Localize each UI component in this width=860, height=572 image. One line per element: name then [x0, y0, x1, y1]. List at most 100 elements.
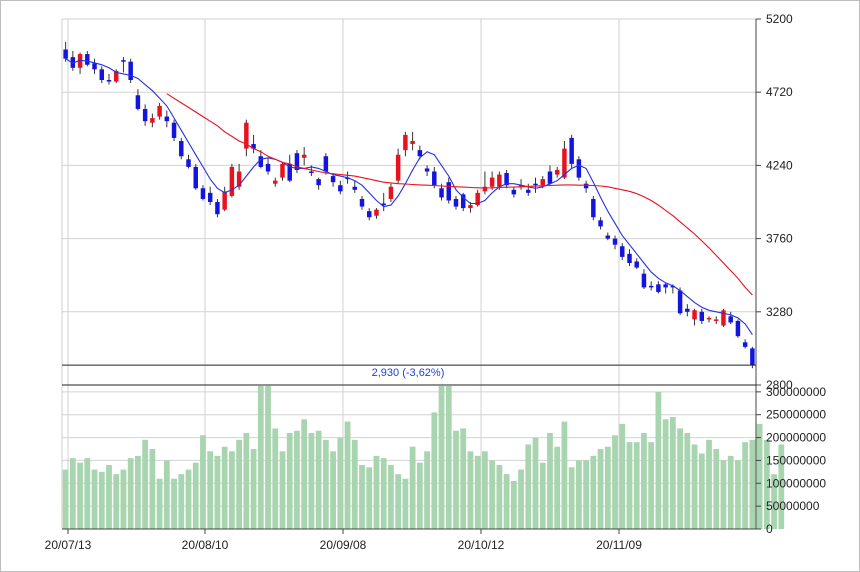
volume-bar [149, 449, 156, 529]
volume-bar [366, 467, 373, 529]
volume-bar [532, 437, 539, 529]
candle-down [453, 198, 459, 207]
candle-down [352, 186, 358, 190]
volume-bar [214, 455, 221, 529]
candle-up [229, 166, 235, 196]
volume-tick-label: 100000000 [766, 476, 826, 490]
volume-bar [713, 449, 720, 529]
volume-bar [142, 439, 149, 529]
volume-bar [727, 455, 734, 529]
price-tick-label: 3760 [766, 232, 793, 246]
volume-bar [77, 462, 83, 529]
volume-bar [735, 460, 741, 529]
volume-bar [633, 442, 640, 529]
volume-bar [604, 446, 611, 529]
volume-bar [286, 433, 293, 529]
candle-up [273, 180, 278, 184]
volume-bar [424, 451, 430, 529]
volume-bar [641, 433, 647, 529]
volume-bar [337, 437, 344, 529]
volume-tick-label: 250000000 [766, 408, 826, 422]
candle-down [598, 220, 603, 227]
candle-down [699, 311, 705, 321]
candle-up [713, 319, 719, 321]
volume-bar [344, 421, 351, 529]
volume-bar [243, 433, 250, 529]
candle-down [432, 171, 437, 186]
candle-down [583, 183, 589, 189]
candle-down [92, 63, 97, 70]
price-tick-label: 5200 [766, 12, 793, 26]
volume-bar [265, 386, 271, 529]
volume-bar [749, 439, 756, 529]
candle-down [677, 290, 683, 314]
volume-bar [135, 455, 141, 529]
candle-down [338, 185, 343, 192]
candle-down [106, 80, 112, 82]
volume-bar [756, 423, 763, 529]
candle-down [656, 284, 661, 292]
candle-down [164, 116, 170, 122]
candle-down [742, 342, 748, 347]
candle-down [735, 320, 741, 337]
volume-bar [568, 467, 575, 529]
volume-bar [192, 462, 199, 529]
candle-up [374, 209, 379, 216]
volume-bar [257, 386, 264, 529]
volume-bar [460, 428, 467, 529]
volume-bar [359, 465, 365, 529]
stock-chart: 5200 4720 4240 3760 3280 2800 300000000 2500000… [0, 0, 860, 572]
price-tick-label: 3280 [766, 305, 793, 319]
last-price-label: 2,930 (-3,62%) [372, 367, 445, 379]
volume-bar [438, 386, 445, 529]
candle-down [330, 176, 336, 183]
candle-down [135, 95, 141, 109]
volume-bar [322, 439, 329, 529]
candle-down [439, 188, 444, 198]
volume-bar [518, 469, 524, 529]
volume-bar [127, 458, 134, 529]
candle-down [663, 284, 668, 288]
volume-bar [489, 460, 496, 529]
volume-bar [677, 428, 683, 529]
volume-bar [315, 430, 322, 529]
volume-bar [207, 451, 214, 529]
candle-down [193, 166, 198, 189]
candle-up [468, 205, 473, 209]
candle-up [403, 134, 408, 151]
candle-up [395, 154, 401, 181]
candle-down [142, 108, 148, 122]
candle-down [215, 202, 220, 215]
volume-bar [698, 453, 705, 529]
candle-up [554, 169, 560, 175]
volume-bar [120, 469, 127, 529]
candle-down [99, 69, 105, 80]
volume-bar [272, 428, 279, 529]
candle-up [706, 317, 712, 320]
date-tick-label: 20/09/08 [320, 538, 367, 552]
candle-down [85, 54, 90, 65]
volume-bar [113, 474, 120, 529]
volume-bar [200, 435, 206, 529]
candle-down [620, 246, 625, 257]
volume-tick-label: 0 [766, 522, 773, 536]
volume-bar [510, 481, 517, 529]
candle-up [222, 191, 227, 210]
volume-bar [648, 442, 655, 529]
volume-bar [590, 455, 597, 529]
candle-up [157, 105, 162, 117]
volume-bar [453, 430, 459, 529]
volume-bar [655, 391, 662, 529]
candle-down [323, 156, 329, 172]
volume-bar [669, 417, 676, 529]
volume-bar [626, 442, 633, 529]
volume-bar [467, 451, 474, 529]
candle-down [171, 122, 177, 138]
candle-up [692, 310, 697, 320]
volume-tick-label: 150000000 [766, 453, 826, 467]
candle-down [265, 163, 271, 172]
candle-down [526, 189, 531, 193]
candle-down [627, 253, 632, 263]
candle-down [121, 60, 126, 62]
volume-bar [308, 433, 315, 529]
